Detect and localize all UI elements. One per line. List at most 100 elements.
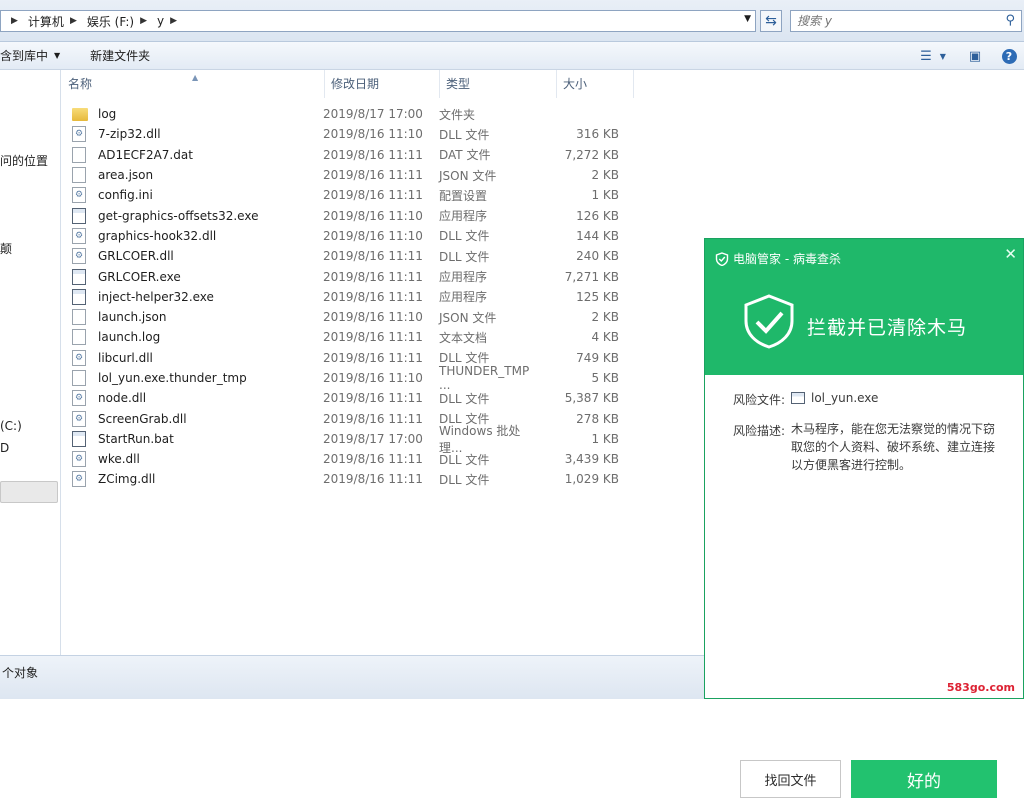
file-name-cell: AD1ECF2A7.dat — [72, 146, 323, 163]
file-date: 2019/8/16 11:10 — [323, 127, 423, 142]
file-row[interactable]: launch.log 2019/8/16 11:11 文本文档 4 KB — [72, 327, 619, 347]
file-type: DLL 文件 — [439, 229, 490, 244]
file-row[interactable]: StartRun.bat 2019/8/17 17:00 Windows 批处理..… — [72, 424, 619, 455]
breadcrumb-drive[interactable]: 娱乐 (F:) ▶ — [87, 13, 153, 30]
file-name: GRLCOER.dll — [98, 249, 174, 264]
file-size: 5 KB — [591, 371, 619, 385]
dat-file-icon — [72, 146, 86, 163]
file-type: DLL 文件 — [439, 249, 490, 264]
file-name-cell: get-graphics-offsets32.exe — [72, 207, 323, 224]
command-toolbar: 含到库中 ▼ 新建文件夹 ☰ ▼ ▣ ? — [0, 42, 1024, 70]
column-header-date[interactable]: 修改日期 — [325, 70, 440, 98]
file-name-cell: ⚙ config.ini — [72, 187, 323, 204]
file-row[interactable]: ⚙ graphics-hook32.dll 2019/8/16 11:10 DLL 文… — [72, 226, 619, 246]
file-size: 126 KB — [576, 208, 619, 223]
breadcrumb-computer[interactable]: 计算机 ▶ — [28, 13, 83, 30]
file-row[interactable]: launch.json 2019/8/16 11:10 JSON 文件 2 KB — [72, 307, 619, 327]
file-name-cell: GRLCOER.exe — [72, 268, 323, 285]
column-header-type[interactable]: 类型 — [440, 70, 557, 98]
column-header-name[interactable]: ▲ 名称 — [62, 70, 325, 98]
file-row[interactable]: ⚙ node.dll 2019/8/16 11:11 DLL 文件 5,387 KB — [72, 388, 619, 408]
breadcrumb-separator[interactable]: ▶ — [5, 16, 24, 26]
file-row[interactable]: lol_yun.exe.thunder_tmp 2019/8/16 11:10 TH… — [72, 364, 619, 392]
file-name: AD1ECF2A7.dat — [98, 147, 193, 162]
search-input[interactable] — [797, 14, 987, 28]
file-row[interactable]: inject-helper32.exe 2019/8/16 11:11 应用程序 12… — [72, 287, 619, 307]
exe-file-icon — [72, 268, 86, 285]
column-header-label: 名称 — [68, 77, 93, 91]
column-header-label: 类型 — [446, 77, 471, 91]
file-name: area.json — [98, 168, 154, 183]
file-name: wke.dll — [98, 452, 140, 467]
file-row[interactable]: ⚙ ZCimg.dll 2019/8/16 11:11 DLL 文件 1,029 KB — [72, 469, 619, 489]
file-size: 240 KB — [576, 249, 619, 264]
search-icon[interactable]: ⚲ — [1005, 13, 1015, 28]
restore-file-button[interactable]: 找回文件 — [740, 760, 841, 798]
document-icon — [72, 370, 86, 386]
ok-button[interactable]: 好的 — [851, 760, 997, 798]
file-size: 749 KB — [576, 350, 619, 365]
file-row[interactable]: ⚙ config.ini 2019/8/16 11:11 配置设置 1 KB — [72, 185, 619, 205]
nav-item-drive-d[interactable]: D — [0, 441, 9, 455]
document-icon — [72, 167, 86, 184]
file-row[interactable]: ⚙ wke.dll 2019/8/16 11:11 DLL 文件 3,439 KB — [72, 449, 619, 469]
address-bar[interactable]: ▶ 计算机 ▶ 娱乐 (F:) ▶ y ▶ ▼ — [0, 10, 756, 32]
file-date: 2019/8/16 11:11 — [323, 188, 423, 203]
file-name-cell: log — [72, 107, 323, 121]
file-name: launch.json — [98, 310, 167, 325]
risk-file-value: lol_yun.exe — [791, 389, 997, 407]
dll-file-icon: ⚙ — [72, 390, 86, 407]
include-in-library-label: 含到库中 — [0, 49, 49, 63]
refresh-icon: ⇆ — [765, 13, 777, 29]
file-date: 2019/8/16 11:11 — [323, 330, 423, 345]
file-size: 4 KB — [591, 330, 619, 345]
file-size: 2 KB — [591, 310, 619, 325]
help-button[interactable]: ? — [994, 42, 1024, 70]
nav-scrollbar-thumb[interactable] — [0, 481, 58, 503]
shield-check-icon — [744, 294, 794, 349]
document-icon — [72, 329, 86, 346]
file-name-cell: ⚙ ScreenGrab.dll — [72, 410, 323, 427]
file-date: 2019/8/16 11:11 — [323, 168, 423, 183]
refresh-button[interactable]: ⇆ — [760, 10, 782, 32]
close-icon[interactable]: ✕ — [1004, 245, 1017, 263]
view-options-button[interactable]: ☰ ▼ — [918, 42, 948, 70]
file-name-cell: ⚙ node.dll — [72, 390, 323, 407]
file-type: 应用程序 — [439, 209, 488, 224]
column-header-size[interactable]: 大小 — [557, 70, 634, 98]
file-type: JSON 文件 — [439, 310, 497, 325]
file-name: launch.log — [98, 330, 161, 345]
bat-file-icon — [72, 430, 86, 447]
document-icon — [72, 309, 86, 326]
file-name: graphics-hook32.dll — [98, 228, 217, 243]
nav-item-recent-places[interactable]: 问的位置 — [0, 152, 48, 169]
file-row[interactable]: get-graphics-offsets32.exe 2019/8/16 11:1… — [72, 205, 619, 225]
search-box[interactable]: ⚲ — [790, 10, 1022, 32]
file-row[interactable]: area.json 2019/8/16 11:11 JSON 文件 2 KB — [72, 165, 619, 185]
exe-file-icon — [72, 207, 86, 224]
view-list-icon: ☰ — [920, 48, 932, 64]
file-date: 2019/8/16 11:11 — [323, 452, 423, 467]
file-row[interactable]: AD1ECF2A7.dat 2019/8/16 11:11 DAT 文件 7,272 … — [72, 145, 619, 165]
file-row[interactable]: ⚙ GRLCOER.dll 2019/8/16 11:11 DLL 文件 240 KB — [72, 246, 619, 266]
nav-item-label: (C:) — [0, 419, 22, 433]
chevron-down-icon: ▼ — [54, 51, 61, 60]
file-row[interactable]: ⚙ 7-zip32.dll 2019/8/16 11:10 DLL 文件 316 KB — [72, 124, 619, 144]
file-row[interactable]: GRLCOER.exe 2019/8/16 11:11 应用程序 7,271 KB — [72, 266, 619, 286]
file-size: 1 KB — [591, 188, 619, 203]
address-history-dropdown-icon[interactable]: ▼ — [744, 14, 751, 24]
file-row[interactable]: log 2019/8/17 17:00 文件夹 — [72, 104, 619, 124]
breadcrumb-label: y — [156, 14, 165, 28]
file-date: 2019/8/16 11:11 — [323, 289, 423, 304]
file-name-cell: area.json — [72, 167, 323, 184]
include-in-library-button[interactable]: 含到库中 ▼ — [0, 47, 74, 64]
file-size: 3,439 KB — [564, 452, 619, 467]
breadcrumb-label: 娱乐 (F:) — [86, 14, 135, 29]
new-folder-button[interactable]: 新建文件夹 — [90, 47, 164, 64]
address-bar-area: ▶ 计算机▶ 娱乐 (F:)▶ y▶ ▼ ⇆ ⚲ — [0, 0, 1024, 42]
nav-item-partial[interactable]: 颠 — [0, 240, 12, 257]
preview-pane-icon: ▣ — [968, 48, 982, 64]
nav-item-drive-c[interactable]: (C:) — [0, 419, 22, 433]
breadcrumb-folder[interactable]: y ▶ — [157, 14, 183, 28]
preview-pane-button[interactable]: ▣ — [960, 42, 990, 70]
